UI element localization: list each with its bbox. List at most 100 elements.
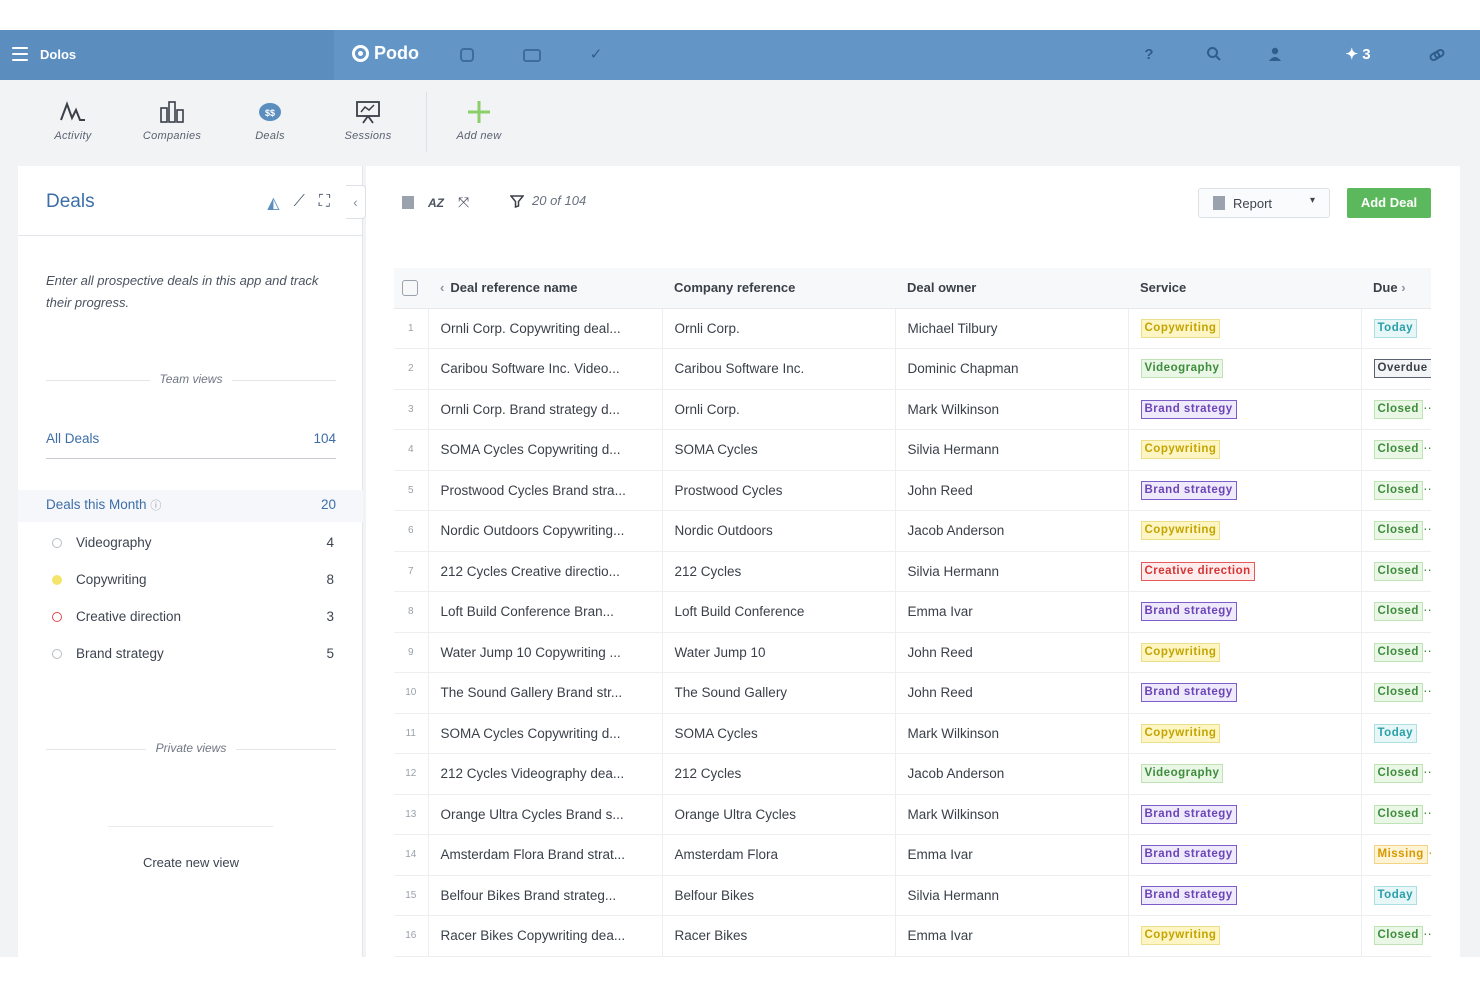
module-deals[interactable]: $$ Deals [225, 98, 315, 142]
owner-cell[interactable]: Emma Ivar [895, 591, 1129, 633]
owner-cell[interactable]: Jacob Anderson [895, 510, 1129, 552]
owner-cell[interactable]: Emma Ivar [895, 915, 1129, 957]
table-row[interactable]: 8 Loft Build Conference Bran... Loft Build… [394, 591, 1431, 633]
view-brand-strategy[interactable]: Brand strategy 5 [52, 646, 334, 661]
service-cell[interactable]: Brand strategy [1128, 834, 1362, 876]
deal-name-cell[interactable]: Nordic Outdoors Copywriting... [428, 510, 663, 552]
service-cell[interactable]: Copywriting [1128, 915, 1362, 957]
user-icon[interactable] [1266, 46, 1284, 64]
due-cell[interactable]: Closed [1361, 632, 1431, 673]
owner-cell[interactable]: John Reed [895, 672, 1129, 714]
owner-cell[interactable]: John Reed [895, 632, 1129, 673]
link-icon[interactable] [1428, 46, 1446, 64]
deal-name-cell[interactable]: 212 Cycles Videography dea... [428, 753, 663, 795]
due-cell[interactable]: Closed [1361, 591, 1431, 633]
layout-icon[interactable] [402, 196, 414, 209]
owner-cell[interactable]: John Reed [895, 470, 1129, 511]
hamburger-menu-icon[interactable] [12, 47, 28, 61]
due-cell[interactable]: Closed [1361, 753, 1431, 795]
table-row[interactable]: 14 Amsterdam Flora Brand strat... Amsterda… [394, 834, 1431, 876]
table-row[interactable]: 15 Belfour Bikes Brand strateg... Belfour … [394, 875, 1431, 916]
view-deals-this-month[interactable]: Deals this Month ⓘ 20 [46, 497, 336, 513]
due-cell[interactable]: Closed [1361, 389, 1431, 430]
deal-name-cell[interactable]: Hebride Polisportif Creative ... [428, 956, 663, 957]
table-row[interactable]: 12 212 Cycles Videography dea... 212 Cycle… [394, 753, 1431, 795]
table-row[interactable]: 17Hebride Polisportif Creative ...Hebrid… [394, 956, 1431, 957]
view-copywriting[interactable]: Copywriting 8 [52, 572, 334, 587]
filter-control[interactable]: 20 of 104 [510, 193, 586, 208]
table-row[interactable]: 13 Orange Ultra Cycles Brand s... Orange U… [394, 794, 1431, 835]
due-cell[interactable]: Closed [1361, 510, 1431, 552]
table-row[interactable]: 2 Caribou Software Inc. Video... Caribou S… [394, 348, 1431, 390]
collapse-sidebar-button[interactable]: ‹ [346, 185, 366, 219]
due-cell[interactable]: Closed [1361, 429, 1431, 471]
check-icon[interactable]: ✓ [587, 46, 605, 64]
add-deal-button[interactable]: Add Deal [1347, 188, 1431, 218]
company-cell[interactable]: Belfour Bikes [662, 875, 896, 916]
column-header-owner[interactable]: Deal owner [895, 268, 1128, 309]
view-creative-direction[interactable]: Creative direction 3 [52, 609, 334, 624]
deal-name-cell[interactable]: Ornli Corp. Brand strategy d... [428, 389, 663, 430]
table-row[interactable]: 6 Nordic Outdoors Copywriting... Nordic Ou… [394, 510, 1431, 552]
table-row[interactable]: 16 Racer Bikes Copywriting dea... Racer Bi… [394, 915, 1431, 957]
owner-cell[interactable]: Michael Tilbury [895, 308, 1129, 349]
service-cell[interactable]: Videography [1128, 348, 1362, 390]
create-new-view-link[interactable]: Create new view [46, 855, 336, 870]
service-cell[interactable]: Brand strategy [1128, 672, 1362, 714]
module-sessions[interactable]: Sessions [323, 98, 413, 142]
due-cell[interactable]: Closed [1361, 551, 1431, 592]
chevron-left-icon[interactable]: ‹ [440, 280, 444, 295]
company-cell[interactable]: Caribou Software Inc. [662, 348, 896, 390]
company-cell[interactable]: Hebride Polisportif [662, 956, 896, 957]
company-cell[interactable]: SOMA Cycles [662, 713, 896, 754]
owner-cell[interactable]: Mark Wilkinson [895, 794, 1129, 835]
company-cell[interactable]: Ornli Corp. [662, 308, 896, 349]
company-cell[interactable]: Nordic Outdoors [662, 510, 896, 552]
service-cell[interactable]: Brand strategy [1128, 470, 1362, 511]
service-cell[interactable]: Copywriting [1128, 713, 1362, 754]
service-cell[interactable]: Brand strategy [1128, 875, 1362, 916]
company-cell[interactable]: Racer Bikes [662, 915, 896, 957]
sort-icon[interactable]: AZ [428, 196, 444, 210]
deal-name-cell[interactable]: Ornli Corp. Copywriting deal... [428, 308, 663, 349]
deal-name-cell[interactable]: 212 Cycles Creative directio... [428, 551, 663, 592]
expand-icon[interactable]: ⛶ [319, 193, 330, 213]
table-row[interactable]: 1 Ornli Corp. Copywriting deal... Ornli Co… [394, 308, 1431, 349]
deal-name-cell[interactable]: Belfour Bikes Brand strateg... [428, 875, 663, 916]
owner-cell[interactable]: Silvia Hermann [895, 429, 1129, 471]
owner-cell[interactable]: Jacob Anderson [895, 753, 1129, 795]
service-cell[interactable]: Copywriting [1128, 632, 1362, 673]
company-cell[interactable]: The Sound Gallery [662, 672, 896, 714]
due-cell[interactable]: Closed [1361, 794, 1431, 835]
table-row[interactable]: 4 SOMA Cycles Copywriting d... SOMA Cycles… [394, 429, 1431, 471]
workspace-name[interactable]: Dolos [40, 47, 76, 62]
due-cell[interactable]: Overdue [1361, 348, 1431, 390]
help-icon[interactable]: ? [1140, 46, 1158, 64]
deal-name-cell[interactable]: SOMA Cycles Copywriting d... [428, 713, 663, 754]
owner-cell[interactable]: Dominic Chapman [895, 348, 1129, 390]
deal-name-cell[interactable]: Amsterdam Flora Brand strat... [428, 834, 663, 876]
company-cell[interactable]: 212 Cycles [662, 753, 896, 795]
column-header-service[interactable]: Service [1128, 268, 1361, 309]
module-activity[interactable]: Activity [28, 98, 118, 142]
service-cell[interactable]: Creative direction [1128, 956, 1362, 957]
deal-name-cell[interactable]: Caribou Software Inc. Video... [428, 348, 663, 390]
search-icon[interactable] [1205, 46, 1223, 64]
due-cell[interactable]: Today [1361, 956, 1431, 957]
service-cell[interactable]: Creative direction [1128, 551, 1362, 592]
deal-name-cell[interactable]: The Sound Gallery Brand str... [428, 672, 663, 714]
table-row[interactable]: 3 Ornli Corp. Brand strategy d... Ornli Co… [394, 389, 1431, 430]
share-icon[interactable]: ◭ [267, 193, 279, 213]
due-cell[interactable]: Today [1361, 875, 1431, 916]
brand-logo[interactable]: Podo [352, 43, 419, 64]
service-cell[interactable]: Copywriting [1128, 429, 1362, 471]
module-companies[interactable]: Companies [127, 98, 217, 142]
company-cell[interactable]: SOMA Cycles [662, 429, 896, 471]
table-row[interactable]: 7 212 Cycles Creative directio... 212 Cycl… [394, 551, 1431, 592]
due-cell[interactable]: Missing [1361, 834, 1431, 876]
module-add-new[interactable]: Add new [434, 98, 524, 142]
due-cell[interactable]: Closed [1361, 470, 1431, 511]
column-header-due[interactable]: Due › [1361, 268, 1431, 309]
column-header-company[interactable]: Company reference [662, 268, 895, 309]
chat-icon[interactable] [460, 48, 474, 62]
